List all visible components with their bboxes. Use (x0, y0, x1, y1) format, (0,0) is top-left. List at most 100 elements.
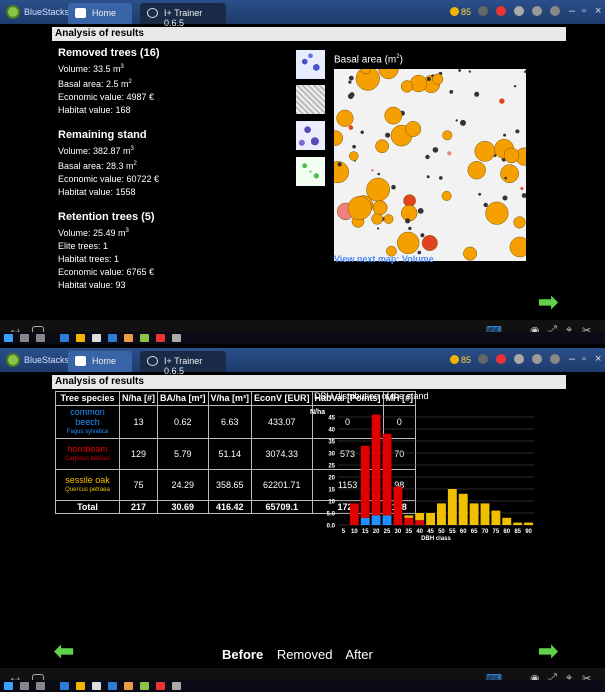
close-button[interactable]: × (595, 353, 601, 365)
x-tick-label: 35 (405, 529, 412, 535)
tree-crown-mark (417, 208, 424, 214)
chrome-icon[interactable] (124, 682, 133, 690)
tree-crown-mark (378, 69, 399, 80)
tree-crown-mark (336, 109, 354, 127)
results-window: Analysis of results Tree species N/ha [#… (52, 375, 566, 665)
tree-crown-mark (366, 177, 390, 202)
chrome-icon[interactable] (124, 334, 133, 342)
key-icon[interactable] (478, 6, 488, 16)
tree-crown-mark (347, 196, 372, 220)
next-arrow-icon[interactable]: ➡ (538, 288, 558, 317)
restore-button[interactable]: ▫ (582, 353, 586, 365)
tree-crown-mark (520, 187, 524, 190)
edge-icon[interactable] (60, 334, 69, 342)
minimize-button[interactable]: – (569, 5, 575, 17)
right-margin (566, 27, 605, 317)
fire-icon[interactable] (514, 6, 524, 16)
remaining-habitat: Habitat value: 1558 (58, 187, 136, 197)
bar-sessile-oak (447, 489, 457, 525)
bar-sessile-oak (458, 493, 468, 525)
coin-counter[interactable]: 85 (450, 7, 471, 17)
tab-home[interactable]: Home (68, 3, 132, 24)
tree-crown-mark (515, 129, 520, 134)
tree-crown-mark (334, 130, 344, 146)
map-thumbnail-habitat[interactable] (296, 121, 325, 150)
bar-common-beech (360, 517, 370, 525)
mail-icon[interactable] (108, 334, 117, 342)
map-thumbnail-elite[interactable] (296, 157, 325, 186)
explorer-icon[interactable] (76, 334, 85, 342)
dbh-bar-chart: N/ha0.05.010152025303540455 10 15 20 25 30 35 4… (310, 409, 534, 542)
tree-crown-mark (348, 80, 352, 84)
close-button[interactable]: × (595, 5, 601, 17)
tree-map-svg (334, 69, 526, 261)
store-icon[interactable] (92, 682, 101, 690)
x-tick-label: 20 (373, 529, 380, 535)
x-tick-label: 90 (525, 529, 532, 535)
map-thumbnail-removed[interactable] (296, 50, 325, 79)
camera-icon[interactable] (532, 6, 542, 16)
cell-n: 75 (118, 469, 159, 501)
view-tabs: Before Removed After (222, 647, 383, 662)
windows-start-icon[interactable] (4, 334, 13, 342)
next-arrow-icon[interactable]: ➡ (538, 637, 558, 666)
notification-icon[interactable] (496, 6, 506, 16)
photos-icon[interactable] (172, 334, 181, 342)
bluestacks-task-icon[interactable] (140, 682, 149, 690)
tab-trainer[interactable]: I+ Trainer 0.6.5 (140, 351, 226, 376)
bluestacks-titlebar: BlueStacks Home I+ Trainer 0.6.5 85 – ▫ … (0, 348, 605, 376)
tab-after[interactable]: After (345, 647, 372, 662)
removed-trees-summary: Removed trees (16) Volume: 33.5 m3 Basal… (58, 45, 160, 117)
map-title: Basal area (m2) (334, 54, 403, 66)
bluestacks-task-icon[interactable] (140, 334, 149, 342)
restore-button[interactable]: ▫ (582, 5, 586, 17)
x-tick-label: 45 (427, 529, 434, 535)
col-econv: EconV [EUR] (251, 391, 313, 406)
photos-icon[interactable] (172, 682, 181, 690)
app-icon (147, 356, 158, 366)
y-tick-label: 5.0 (327, 512, 336, 518)
tree-crown-mark (400, 204, 418, 222)
search-icon[interactable] (20, 334, 29, 342)
tree-crown-mark (447, 151, 452, 156)
windows-taskbar (0, 680, 605, 692)
tree-crown-mark (405, 121, 422, 137)
tree-crown-mark (391, 184, 396, 190)
bar-sessile-oak (426, 513, 435, 525)
chart-title: DBH distribution of the stand (314, 391, 429, 401)
windows-start-icon[interactable] (4, 682, 13, 690)
edge-icon[interactable] (60, 682, 69, 690)
search-icon[interactable] (20, 682, 29, 690)
store-icon[interactable] (92, 334, 101, 342)
task-view-icon[interactable] (36, 682, 45, 690)
tree-crown-mark (405, 218, 411, 224)
settings-icon[interactable] (550, 6, 560, 16)
tab-trainer[interactable]: I+ Trainer 0.6.5 (140, 3, 226, 28)
bar-hornbeam (393, 486, 403, 525)
total-v: 416.42 (207, 500, 253, 514)
settings-icon[interactable] (550, 354, 560, 364)
mail-icon[interactable] (108, 682, 117, 690)
tree-crown-mark (426, 175, 430, 179)
notification-icon[interactable] (496, 354, 506, 364)
task-view-icon[interactable] (36, 334, 45, 342)
next-map-link[interactable]: View next map: Volume (334, 254, 434, 264)
minimize-button[interactable]: – (569, 353, 575, 365)
explorer-icon[interactable] (76, 682, 85, 690)
previous-arrow-icon[interactable]: ➡ (54, 637, 74, 666)
map-thumbnail-volume[interactable] (296, 85, 325, 114)
tab-home[interactable]: Home (68, 351, 132, 372)
app-task-icon[interactable] (156, 682, 165, 690)
cell-econv: 62201.71 (251, 469, 313, 501)
fire-icon[interactable] (514, 354, 524, 364)
camera-icon[interactable] (532, 354, 542, 364)
tree-crown-mark (458, 69, 461, 72)
bar-hornbeam (360, 445, 370, 518)
key-icon[interactable] (478, 354, 488, 364)
tab-removed[interactable]: Removed (277, 647, 333, 662)
bluestacks-titlebar: BlueStacks Home I+ Trainer 0.6.5 85 – ▫ … (0, 0, 605, 28)
coin-counter[interactable]: 85 (450, 355, 471, 365)
app-task-icon[interactable] (156, 334, 165, 342)
bar-hornbeam (349, 503, 359, 525)
tab-before[interactable]: Before (222, 647, 263, 662)
